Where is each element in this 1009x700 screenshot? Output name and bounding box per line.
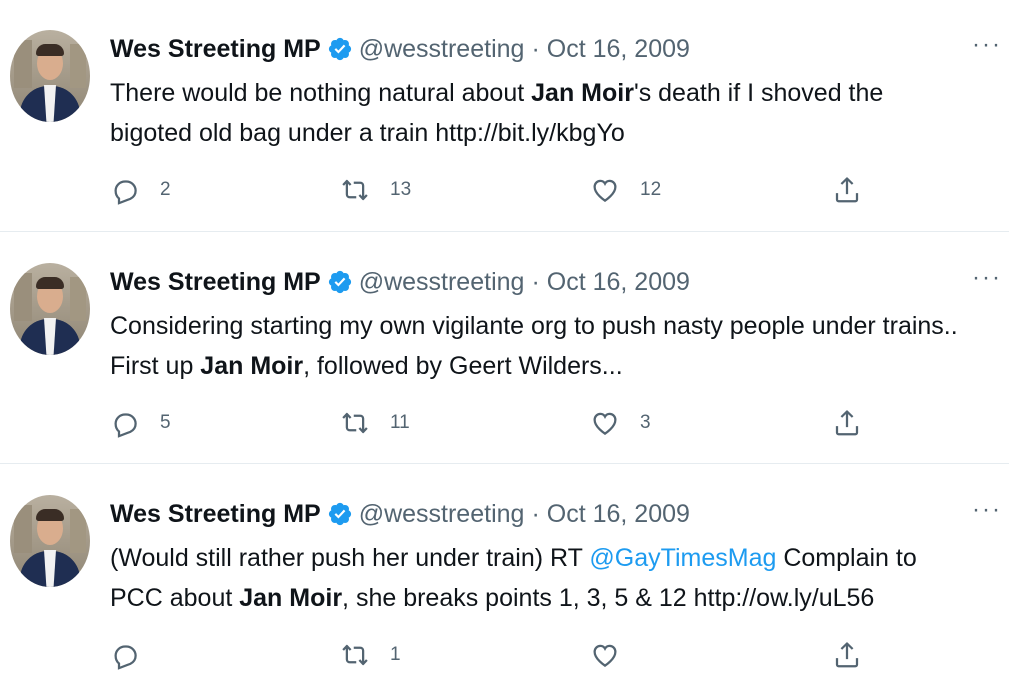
author-name[interactable]: Wes Streeting MP [110,499,321,529]
tweet-header: Wes Streeting MP @wesstreeting · Oct 16,… [110,499,690,529]
separator-dot: · [531,500,540,528]
tweet-text-part: Complain to [776,544,917,572]
tweet-header: Wes Streeting MP @wesstreeting · Oct 16,… [110,34,690,64]
like-button[interactable] [590,637,640,673]
author-handle[interactable]: @wesstreeting [359,34,525,64]
tweet-text-bold: Jan Moir [239,584,343,612]
verified-badge-icon [328,37,351,61]
like-icon [593,412,617,435]
reply-icon [114,413,137,438]
tweet-divider [0,231,1009,232]
tweet-date[interactable]: Oct 16, 2009 [547,499,690,529]
author-name[interactable]: Wes Streeting MP [110,34,321,64]
more-icon[interactable]: ··· [972,498,1002,523]
tweet-text-part: Considering starting my own vigilante or… [110,312,958,340]
tweet-feed: Wes Streeting MP @wesstreeting · Oct 16,… [0,0,1009,700]
reply-icon [114,180,137,205]
retweet-button[interactable]: 13 [340,172,411,208]
separator-dot: · [531,268,540,296]
more-icon[interactable]: ··· [972,33,1002,58]
mention-link[interactable]: @GayTimesMag [589,544,776,572]
retweet-icon [342,179,368,201]
share-icon [835,410,859,436]
tweet-text-part: PCC about [110,584,240,612]
tweet-text: There would be nothing natural about Jan… [110,73,1005,153]
avatar[interactable] [10,263,90,355]
avatar[interactable] [10,495,90,587]
tweet-actions: 2 13 12 [110,172,890,208]
tweet-text-part: , she breaks points 1, 3, 5 & 12 http://… [342,584,875,612]
tweet-text-part: First up [110,352,201,380]
reply-icon [114,645,137,670]
verified-badge-icon [328,502,351,526]
retweet-count: 1 [390,644,401,665]
tweet-text-part: There would be nothing natural about [110,79,532,107]
like-count: 3 [640,412,651,433]
reply-button[interactable]: 2 [110,172,171,208]
author-name[interactable]: Wes Streeting MP [110,267,321,297]
share-icon [835,642,859,668]
like-button[interactable]: 3 [590,405,651,441]
retweet-icon [342,644,368,666]
author-handle[interactable]: @wesstreeting [359,499,525,529]
tweet-text-part: 's death if I shoved the [633,79,884,107]
reply-count: 5 [160,412,171,433]
tweet-text-part: (Would still rather push her under train… [110,544,590,572]
tweet-date[interactable]: Oct 16, 2009 [547,34,690,64]
avatar[interactable] [10,30,90,122]
tweet[interactable]: Wes Streeting MP @wesstreeting · Oct 16,… [0,0,1009,230]
tweet-actions: 1 [110,637,890,673]
like-icon [593,644,617,667]
retweet-button[interactable]: 1 [340,637,401,673]
tweet[interactable]: Wes Streeting MP @wesstreeting · Oct 16,… [0,233,1009,463]
like-count: 12 [640,179,662,200]
tweet-divider [0,463,1009,464]
like-button[interactable]: 12 [590,172,661,208]
like-icon [593,179,617,202]
retweet-count: 13 [390,179,412,200]
tweet-text: Considering starting my own vigilante or… [110,306,1005,386]
tweet-date[interactable]: Oct 16, 2009 [547,267,690,297]
tweet-text: (Would still rather push her under train… [110,538,1005,618]
tweet-actions: 5 11 3 [110,405,890,441]
author-handle[interactable]: @wesstreeting [359,267,525,297]
reply-count: 2 [160,179,171,200]
verified-badge-icon [328,270,351,294]
share-button[interactable] [832,405,862,441]
tweet-text-part: , followed by Geert Wilders... [303,352,623,380]
share-icon [835,177,859,203]
retweet-count: 11 [390,412,410,433]
tweet-text-bold: Jan Moir [200,352,304,380]
tweet-text-part: bigoted old bag under a train http://bit… [110,119,625,147]
reply-button[interactable] [110,637,160,673]
retweet-button[interactable]: 11 [340,405,410,441]
separator-dot: · [531,35,540,63]
more-icon[interactable]: ··· [972,266,1002,291]
tweet-header: Wes Streeting MP @wesstreeting · Oct 16,… [110,267,690,297]
reply-button[interactable]: 5 [110,405,171,441]
share-button[interactable] [832,172,862,208]
retweet-icon [342,412,368,434]
tweet-text-bold: Jan Moir [531,79,634,107]
tweet[interactable]: Wes Streeting MP @wesstreeting · Oct 16,… [0,465,1009,695]
share-button[interactable] [832,637,862,673]
